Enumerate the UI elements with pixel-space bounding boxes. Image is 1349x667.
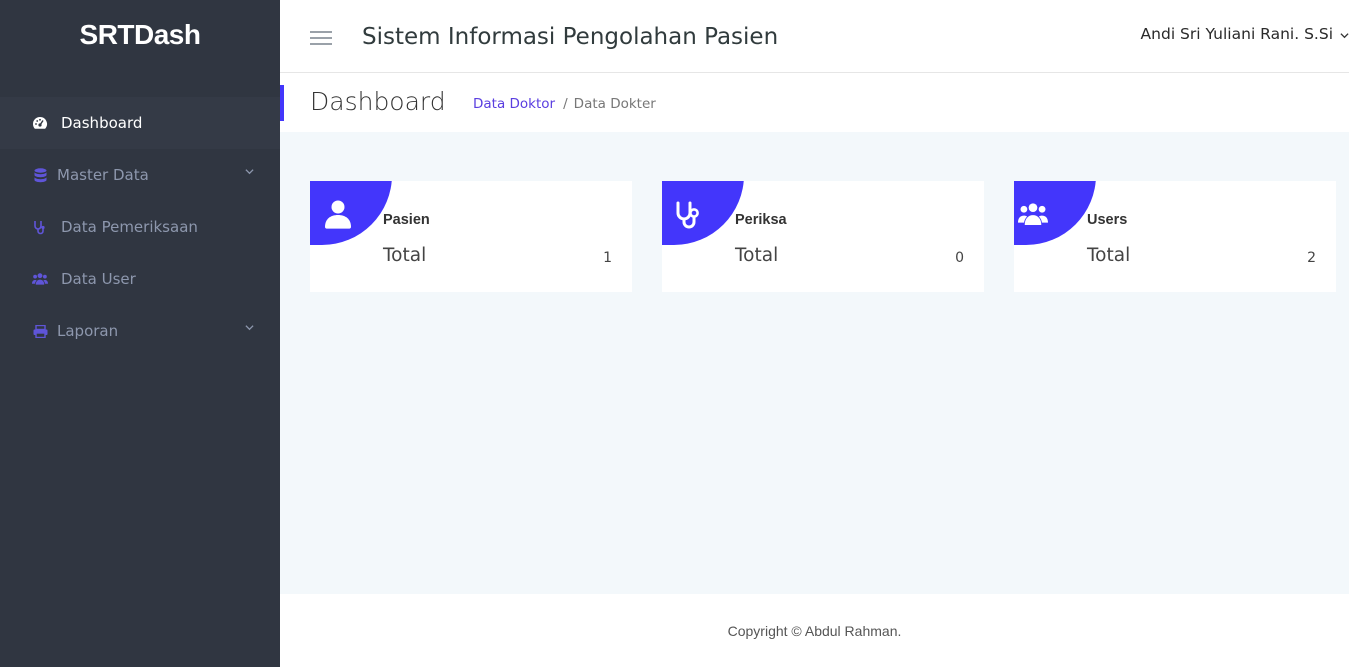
- card-total-value: 1: [603, 250, 612, 266]
- app-logo[interactable]: SRTDash: [0, 0, 280, 73]
- sidebar-item-data-user[interactable]: Data User: [0, 253, 280, 305]
- chevron-down-icon[interactable]: [1340, 31, 1349, 40]
- sidebar-item-label: Master Data: [57, 166, 149, 184]
- card-total-label: Total: [383, 245, 427, 266]
- page-title: Dashboard: [310, 87, 446, 116]
- stat-card-periksa[interactable]: Periksa Total 0: [662, 181, 984, 292]
- sidebar-item-label: Dashboard: [61, 114, 143, 132]
- card-title: Periksa: [735, 212, 787, 228]
- sidebar-item-label: Data User: [61, 270, 136, 288]
- title-accent-bar: [280, 85, 284, 121]
- sidebar: SRTDash Dashboard Master Data Data Pemer…: [0, 0, 280, 667]
- chevron-down-icon[interactable]: [245, 323, 254, 332]
- footer: Copyright © Abdul Rahman.: [280, 594, 1349, 667]
- user-menu[interactable]: Andi Sri Yuliani Rani. S.Si: [1141, 25, 1333, 43]
- card-title: Users: [1087, 212, 1128, 228]
- stat-card-pasien[interactable]: Pasien Total 1: [310, 181, 632, 292]
- sidebar-item-label: Laporan: [57, 322, 119, 340]
- card-total-value: 0: [955, 250, 964, 266]
- sidebar-item-master-data[interactable]: Master Data: [0, 149, 280, 201]
- dashboard-icon: [32, 115, 48, 131]
- stethoscope-icon: [32, 219, 48, 235]
- database-icon: [32, 167, 48, 183]
- page-title-bar: Dashboard Data Doktor / Data Dokter: [280, 73, 1349, 132]
- stethoscope-icon: [676, 201, 699, 229]
- users-icon: [32, 271, 48, 287]
- card-icon-badge: [1014, 181, 1096, 245]
- card-total-label: Total: [735, 245, 779, 266]
- card-total-value: 2: [1307, 250, 1316, 266]
- breadcrumb-link[interactable]: Data Doktor: [473, 96, 555, 112]
- top-header: Sistem Informasi Pengolahan Pasien Andi …: [280, 0, 1349, 73]
- sidebar-item-laporan[interactable]: Laporan: [0, 305, 280, 357]
- menu-toggle-icon[interactable]: [310, 31, 332, 45]
- sidebar-item-data-pemeriksaan[interactable]: Data Pemeriksaan: [0, 201, 280, 253]
- users-icon: [1018, 203, 1048, 226]
- breadcrumb: Data Doktor / Data Dokter: [473, 96, 656, 112]
- app-title: Sistem Informasi Pengolahan Pasien: [362, 24, 779, 50]
- sidebar-item-dashboard[interactable]: Dashboard: [0, 97, 280, 149]
- copyright-text: Copyright © Abdul Rahman.: [727, 623, 902, 639]
- breadcrumb-current: Data Dokter: [573, 96, 656, 112]
- stat-card-users[interactable]: Users Total 2: [1014, 181, 1336, 292]
- card-icon-badge: [662, 181, 744, 245]
- card-title: Pasien: [383, 212, 430, 228]
- card-total-label: Total: [1087, 245, 1131, 266]
- sidebar-item-label: Data Pemeriksaan: [61, 218, 198, 236]
- breadcrumb-separator: /: [563, 96, 568, 112]
- chevron-down-icon[interactable]: [245, 167, 254, 176]
- printer-icon: [32, 323, 48, 339]
- card-icon-badge: [310, 181, 392, 245]
- sidebar-menu: Dashboard Master Data Data Pemeriksaan D…: [0, 97, 280, 357]
- user-icon: [325, 200, 351, 229]
